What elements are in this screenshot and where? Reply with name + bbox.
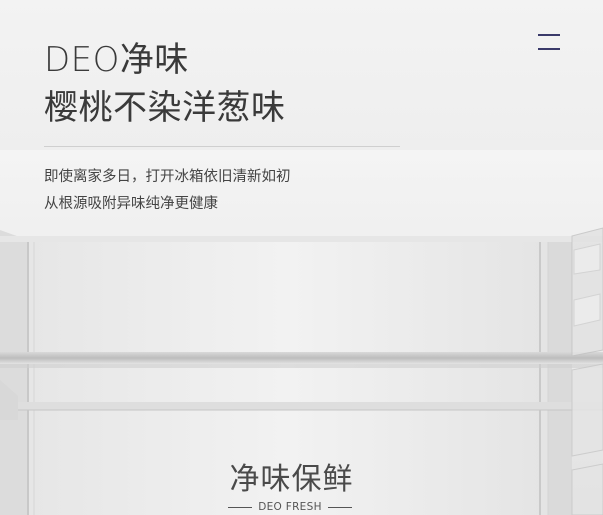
hero-description-line-2: 从根源吸附异味纯净更健康 bbox=[44, 196, 218, 212]
fridge-shelf-rail bbox=[0, 402, 603, 410]
hero-description-line-1: 即使离家多日，打开冰箱依旧清新如初 bbox=[44, 169, 291, 185]
hamburger-menu-icon[interactable] bbox=[538, 33, 560, 51]
feature-badge-title: 净味保鲜 bbox=[229, 462, 354, 497]
title-divider bbox=[44, 146, 400, 147]
feature-badge-subtitle: DEO FRESH bbox=[226, 500, 354, 514]
subtitle-rule-left bbox=[228, 506, 253, 508]
hero-title-line-2: 樱桃不染洋葱味 bbox=[44, 88, 286, 128]
product-feature-page: DEO净味 樱桃不染洋葱味 即使离家多日，打开冰箱依旧清新如初 从根源吸附异味纯… bbox=[0, 0, 603, 515]
hero-title: DEO净味 樱桃不染洋葱味 bbox=[44, 36, 286, 132]
hero-title-line-1: DEO净味 bbox=[44, 40, 189, 80]
hero-description: 即使离家多日，打开冰箱依旧清新如初 从根源吸附异味纯净更健康 bbox=[44, 164, 291, 218]
subtitle-rule-right bbox=[327, 506, 352, 508]
fridge-glass-shelf bbox=[0, 352, 603, 364]
feature-badge-subtitle-text: DEO FRESH bbox=[258, 501, 322, 513]
